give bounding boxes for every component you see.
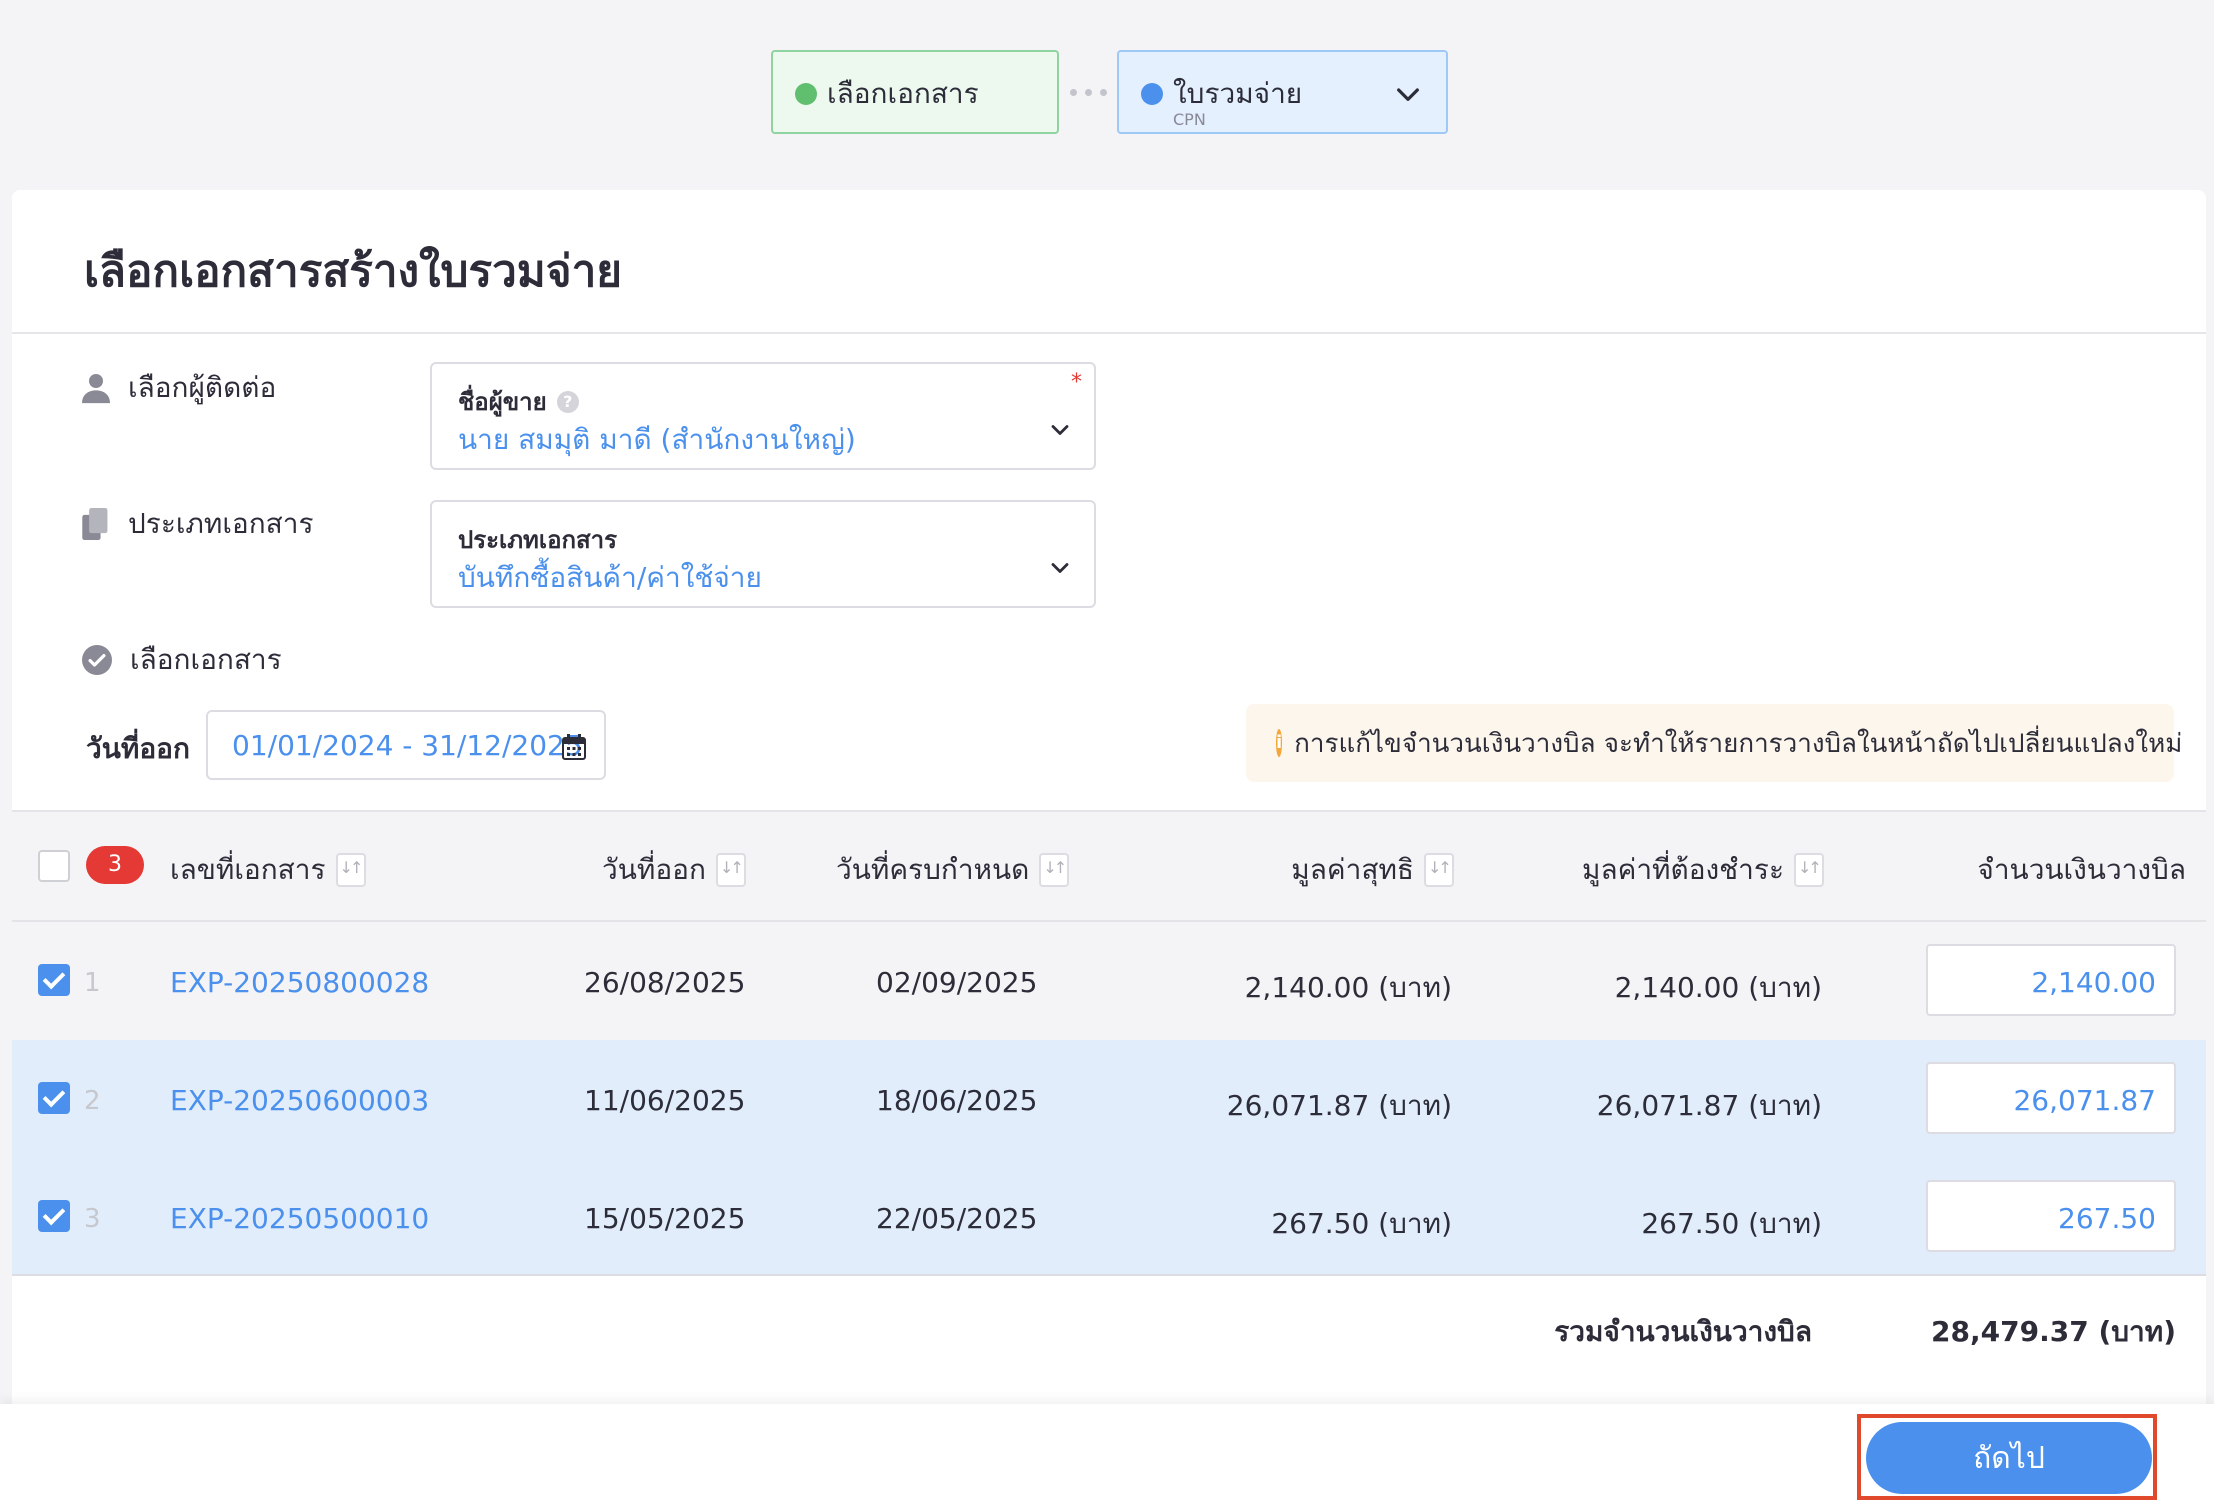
step-label: เลือกเอกสาร <box>827 77 979 110</box>
net-value: 26,071.87 (บาท) <box>1226 1089 1452 1122</box>
issue-date: 26/08/2025 <box>584 966 746 999</box>
vendor-select[interactable]: * ชื่อผู้ขาย ? นาย สมมุติ มาดี (สำนักงาน… <box>430 362 1096 470</box>
select-docs-label: เลือกเอกสาร <box>82 638 282 682</box>
due-date: 18/06/2025 <box>876 1084 1038 1117</box>
bill-amount-value: 26,071.87 <box>2013 1084 2156 1117</box>
doc-number-link[interactable]: EXP-20250500010 <box>170 1202 429 1235</box>
contact-label-text: เลือกผู้ติดต่อ <box>128 371 277 404</box>
chevron-down-icon[interactable] <box>1392 78 1424 110</box>
bill-amount-input[interactable]: 267.50 <box>1926 1180 2176 1252</box>
select-docs-label-text: เลือกเอกสาร <box>130 643 282 676</box>
bill-amount-input[interactable]: 26,071.87 <box>1926 1062 2176 1134</box>
date-filter-label: วันที่ออก <box>86 732 190 765</box>
col-issue-date[interactable]: วันที่ออก <box>602 848 746 892</box>
net-value: 267.50 (บาท) <box>1271 1207 1452 1240</box>
col-bill-amount: จำนวนเงินวางบิล <box>1872 848 2186 892</box>
table-row[interactable]: 3 EXP-20250500010 15/05/2025 22/05/2025 … <box>12 1158 2206 1276</box>
info-icon: i <box>1276 729 1283 757</box>
doc-number-link[interactable]: EXP-20250600003 <box>170 1084 429 1117</box>
col-bill-amount-label: จำนวนเงินวางบิล <box>1977 853 2186 886</box>
user-icon <box>82 374 110 404</box>
chevron-down-icon[interactable] <box>1046 554 1074 582</box>
doc-type-select[interactable]: ประเภทเอกสาร บันทึกซื้อสินค้า/ค่าใช้จ่าย <box>430 500 1096 608</box>
row-number: 2 <box>84 1086 101 1116</box>
step-payment-summary[interactable]: ใบรวมจ่าย CPN <box>1117 50 1448 134</box>
row-checkbox[interactable] <box>38 964 70 996</box>
col-doc-no[interactable]: เลขที่เอกสาร <box>170 848 366 892</box>
issue-date: 15/05/2025 <box>584 1202 746 1235</box>
row-checkbox[interactable] <box>38 1082 70 1114</box>
col-doc-no-label: เลขที่เอกสาร <box>170 853 326 886</box>
bill-amount-value: 2,140.00 <box>2031 966 2156 999</box>
col-payable-label: มูลค่าที่ต้องชำระ <box>1581 853 1784 886</box>
help-icon[interactable]: ? <box>556 390 579 413</box>
step-select-documents[interactable]: เลือกเอกสาร <box>771 50 1059 134</box>
stepper: เลือกเอกสาร ใบรวมจ่าย CPN <box>771 48 1448 136</box>
sort-icon[interactable] <box>1424 853 1454 887</box>
payable-value: 26,071.87 (บาท) <box>1596 1089 1822 1122</box>
bill-amount-input[interactable]: 2,140.00 <box>1926 944 2176 1016</box>
total-value: 28,479.37 (บาท) <box>1931 1315 2176 1348</box>
step-sublabel: CPN <box>1173 110 1206 129</box>
col-issue-date-label: วันที่ออก <box>602 853 706 886</box>
contact-label: เลือกผู้ติดต่อ <box>82 366 276 410</box>
date-range-input[interactable]: 01/01/2024 - 31/12/2025 <box>206 710 606 780</box>
issue-date: 11/06/2025 <box>584 1084 746 1117</box>
bill-amount-value: 267.50 <box>2058 1202 2156 1235</box>
doc-type-caption: ประเภทเอกสาร <box>458 526 618 554</box>
doc-type-label-text: ประเภทเอกสาร <box>128 507 314 540</box>
payable-value: 2,140.00 (บาท) <box>1614 971 1822 1004</box>
page-title: เลือกเอกสารสร้างใบรวมจ่าย <box>84 246 623 297</box>
vendor-value: นาย สมมุติ มาดี (สำนักงานใหญ่) <box>458 423 856 456</box>
required-mark: * <box>1071 370 1082 395</box>
step-status-dot <box>795 83 817 105</box>
row-number: 3 <box>84 1204 101 1234</box>
next-button[interactable]: ถัดไป <box>1866 1422 2152 1494</box>
payable-value: 267.50 (บาท) <box>1641 1207 1822 1240</box>
main-card: เลือกเอกสารสร้างใบรวมจ่าย เลือกผู้ติดต่อ… <box>12 190 2206 1502</box>
total-label: รวมจำนวนเงินวางบิล <box>1554 1315 1812 1348</box>
row-number: 1 <box>84 968 101 998</box>
net-value: 2,140.00 (บาท) <box>1244 971 1452 1004</box>
step-status-dot <box>1141 83 1163 105</box>
col-payable[interactable]: มูลค่าที่ต้องชำระ <box>1472 848 1824 892</box>
doc-type-label: ประเภทเอกสาร <box>82 502 314 546</box>
copy-document-icon <box>82 508 108 540</box>
sort-icon[interactable] <box>335 853 366 887</box>
step-connector <box>1059 88 1117 96</box>
vendor-caption-text: ชื่อผู้ขาย <box>458 388 547 416</box>
selected-count-badge: 3 <box>86 846 144 884</box>
chevron-down-icon[interactable] <box>1046 416 1074 444</box>
row-checkbox[interactable] <box>38 1200 70 1232</box>
col-due-date[interactable]: วันที่ครบกำหนด <box>836 848 1070 892</box>
sort-icon[interactable] <box>1039 853 1070 887</box>
col-net-value-label: มูลค่าสุทธิ <box>1291 853 1414 886</box>
table-row[interactable]: 2 EXP-20250600003 11/06/2025 18/06/2025 … <box>12 1040 2206 1158</box>
doc-type-value: บันทึกซื้อสินค้า/ค่าใช้จ่าย <box>458 561 762 594</box>
doc-number-link[interactable]: EXP-20250800028 <box>170 966 429 999</box>
col-due-date-label: วันที่ครบกำหนด <box>836 853 1030 886</box>
title-divider <box>12 332 2206 334</box>
warning-notice: i การแก้ไขจำนวนเงินวางบิล จะทำให้รายการว… <box>1246 704 2182 782</box>
sort-icon[interactable] <box>715 853 746 887</box>
col-net-value[interactable]: มูลค่าสุทธิ <box>1192 848 1454 892</box>
due-date: 22/05/2025 <box>876 1202 1038 1235</box>
vendor-caption: ชื่อผู้ขาย ? <box>458 382 579 421</box>
sort-icon[interactable] <box>1794 853 1824 887</box>
notice-text: การแก้ไขจำนวนเงินวางบิล จะทำให้รายการวาง… <box>1294 728 2183 759</box>
select-all-checkbox[interactable] <box>38 850 70 882</box>
table-header: 3 เลขที่เอกสาร วันที่ออก วันที่ครบกำหนด … <box>12 810 2206 922</box>
calendar-icon[interactable] <box>562 734 586 760</box>
table-row[interactable]: 1 EXP-20250800028 26/08/2025 02/09/2025 … <box>12 922 2206 1040</box>
check-circle-icon <box>82 645 112 675</box>
date-range-value: 01/01/2024 - 31/12/2025 <box>232 729 583 762</box>
due-date: 02/09/2025 <box>876 966 1038 999</box>
